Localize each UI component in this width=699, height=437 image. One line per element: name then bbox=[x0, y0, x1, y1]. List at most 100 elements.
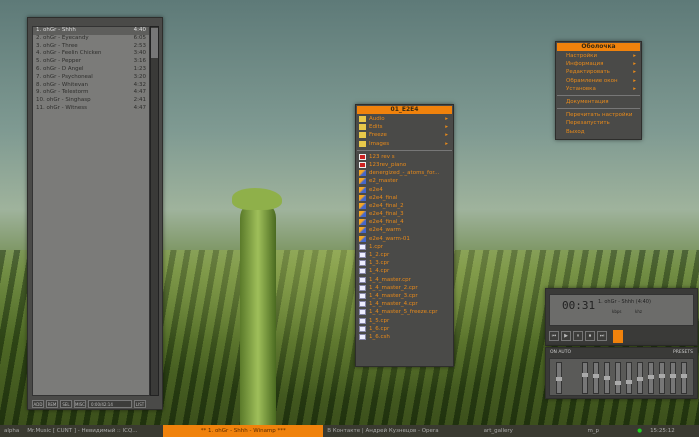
eq-band-slider[interactable] bbox=[659, 362, 665, 394]
eq-band-slider[interactable] bbox=[604, 362, 610, 394]
file-menu-item[interactable]: Freeze ▸ bbox=[356, 131, 453, 139]
file-menu-item[interactable]: 1_3.cpr bbox=[356, 259, 453, 267]
eq-on-auto[interactable]: ON AUTO bbox=[550, 350, 571, 355]
file-menu-item[interactable]: 1_4_master_3.cpr bbox=[356, 292, 453, 300]
play-button[interactable]: ▶ bbox=[561, 331, 571, 341]
playlist-row[interactable]: 6. ohGr - D Angel 1:23 bbox=[33, 66, 149, 74]
playlist-row[interactable]: 1. ohGr - Shhh 4:40 bbox=[33, 27, 149, 35]
eq-band-slider[interactable] bbox=[681, 362, 687, 394]
file-menu-item[interactable]: 1_4_master_4.cpr bbox=[356, 300, 453, 308]
file-menu-item[interactable]: e2_master bbox=[356, 177, 453, 185]
shell-menu-item[interactable]: Установка ▸ bbox=[556, 85, 641, 93]
shell-menu-item[interactable]: Информация ▸ bbox=[556, 60, 641, 68]
eq-slider-knob[interactable] bbox=[670, 373, 676, 378]
playlist-row[interactable]: 3. ohGr - Three 2:53 bbox=[33, 43, 149, 51]
playlist-remove-button[interactable]: REM bbox=[46, 400, 58, 408]
eq-band-slider[interactable] bbox=[648, 362, 654, 394]
track-time: 3:20 bbox=[133, 73, 146, 80]
eq-presets-button[interactable]: PRESETS bbox=[673, 350, 693, 355]
pause-button[interactable]: ⏸ bbox=[573, 331, 583, 341]
eq-band-slider[interactable] bbox=[593, 362, 599, 394]
eq-slider-knob[interactable] bbox=[582, 372, 588, 377]
file-menu-item[interactable]: e2e4_final_4 bbox=[356, 218, 453, 226]
audio-file-icon bbox=[359, 153, 366, 160]
item-label: 1_4_master_5_freeze.cpr bbox=[369, 309, 438, 316]
file-menu-item[interactable]: 1.cpr bbox=[356, 243, 453, 251]
folder-icon bbox=[359, 124, 366, 131]
eq-slider-knob[interactable] bbox=[637, 377, 643, 381]
eq-slider-knob[interactable] bbox=[681, 374, 687, 379]
shell-menu-item[interactable]: Настройки ▸ bbox=[556, 52, 641, 60]
eq-band-slider[interactable] bbox=[582, 362, 588, 394]
equalizer-window: ON AUTO PRESETS bbox=[545, 347, 698, 399]
taskbar-item[interactable]: alpha bbox=[0, 428, 23, 434]
playlist-row[interactable]: 2. ohGr - Eyecandy 6:05 bbox=[33, 35, 149, 43]
wallpaper-chameleon bbox=[232, 188, 282, 210]
file-menu-item[interactable]: 1_4_master.cpr bbox=[356, 276, 453, 284]
playlist-row[interactable]: 7. ohGr - Psychoneal 3:20 bbox=[33, 74, 149, 82]
shell-menu-item[interactable]: Перезапустить bbox=[556, 119, 641, 127]
shell-menu-item[interactable]: Обрамление окон ▸ bbox=[556, 77, 641, 85]
eq-band-slider[interactable] bbox=[637, 362, 643, 394]
file-menu-item[interactable]: e2e4_final bbox=[356, 194, 453, 202]
playlist-scrollbar[interactable] bbox=[150, 26, 159, 396]
file-menu-item[interactable]: 1_6.csh bbox=[356, 333, 453, 341]
file-menu-item[interactable]: 1_4.cpr bbox=[356, 267, 453, 275]
eq-band-slider[interactable] bbox=[670, 362, 676, 394]
playlist-row[interactable]: 4. ohGr - Feelin Chicken 3:40 bbox=[33, 50, 149, 58]
playlist-list-button[interactable]: LIST bbox=[134, 400, 146, 408]
file-menu-item[interactable]: 1_4_master_2.cpr bbox=[356, 284, 453, 292]
file-menu-item[interactable]: denergized_-_atoms_for... bbox=[356, 169, 453, 177]
eq-slider-knob[interactable] bbox=[659, 373, 665, 378]
file-menu-item[interactable]: e2e4_warm-01 bbox=[356, 235, 453, 243]
eq-slider-knob[interactable] bbox=[556, 377, 562, 381]
next-button[interactable]: ⏭ bbox=[597, 331, 607, 341]
playlist-row[interactable]: 9. ohGr - Telestorm 4:47 bbox=[33, 89, 149, 97]
eq-slider-knob[interactable] bbox=[615, 381, 621, 386]
eq-band-slider[interactable] bbox=[626, 362, 632, 394]
eject-button[interactable] bbox=[613, 330, 623, 343]
playlist-row[interactable]: 10. ohGr - Singhasp 2:41 bbox=[33, 97, 149, 105]
winamp-playlist-window: 1. ohGr - Shhh 4:40 2. ohGr - Eyecandy 6:05… bbox=[27, 17, 163, 410]
file-menu-item[interactable]: 1_4_master_5_freeze.cpr bbox=[356, 308, 453, 316]
eq-preamp-slider[interactable] bbox=[556, 362, 562, 394]
playlist-row[interactable]: 11. ohGr - Witness 4:47 bbox=[33, 105, 149, 113]
file-menu-item[interactable]: 1_5.cpr bbox=[356, 317, 453, 325]
file-menu-item[interactable]: e2e4_final_3 bbox=[356, 210, 453, 218]
eq-slider-knob[interactable] bbox=[604, 375, 610, 380]
taskbar-item-winamp[interactable]: ** 1. ohGr - Shhh - Winamp *** bbox=[163, 425, 324, 437]
playlist-add-button[interactable]: ADD bbox=[32, 400, 44, 408]
file-menu-item[interactable]: 1_2.cpr bbox=[356, 251, 453, 259]
file-menu-item[interactable]: e2e4_final_2 bbox=[356, 202, 453, 210]
taskbar-item[interactable]: m_p bbox=[553, 428, 633, 434]
shell-menu-item[interactable]: Редактировать ▸ bbox=[556, 68, 641, 76]
file-menu-item[interactable]: Edits ▸ bbox=[356, 123, 453, 131]
file-menu-item[interactable]: e2e4_warm bbox=[356, 226, 453, 234]
playlist-row[interactable]: 5. ohGr - Pepper 3:16 bbox=[33, 58, 149, 66]
file-menu-item[interactable]: 123 rev s bbox=[356, 153, 453, 161]
playlist[interactable]: 1. ohGr - Shhh 4:40 2. ohGr - Eyecandy 6:05… bbox=[32, 26, 150, 396]
shell-menu-item[interactable]: Выход bbox=[556, 128, 641, 136]
playlist-select-button[interactable]: SEL bbox=[60, 400, 72, 408]
file-menu-item[interactable]: Images ▸ bbox=[356, 140, 453, 148]
shell-menu-item[interactable]: Перечитать настройки bbox=[556, 111, 641, 119]
wave-file-icon bbox=[359, 194, 366, 201]
file-menu-item[interactable]: 123rev_piano bbox=[356, 161, 453, 169]
eq-slider-knob[interactable] bbox=[626, 380, 632, 385]
file-menu-item[interactable]: e2e4 bbox=[356, 186, 453, 194]
taskbar-item[interactable]: В Контакте | Андрей Кузнецов - Opera bbox=[323, 428, 443, 434]
eq-slider-knob[interactable] bbox=[648, 374, 654, 379]
track-time: 6:05 bbox=[133, 34, 146, 41]
shell-menu-title: Оболочка bbox=[557, 43, 640, 51]
playlist-misc-button[interactable]: MISC bbox=[74, 400, 86, 408]
previous-button[interactable]: ⏮ bbox=[549, 331, 559, 341]
file-menu-item[interactable]: Audio ▸ bbox=[356, 115, 453, 123]
playlist-row[interactable]: 8. ohGr - Whitevan 4:32 bbox=[33, 82, 149, 90]
shell-menu-item-docs[interactable]: Документация bbox=[556, 98, 641, 106]
eq-slider-knob[interactable] bbox=[593, 373, 599, 378]
file-menu-item[interactable]: 1_6.cpr bbox=[356, 325, 453, 333]
taskbar-item[interactable]: art_gallery bbox=[443, 428, 553, 434]
eq-band-slider[interactable] bbox=[615, 362, 621, 394]
taskbar-item[interactable]: Mr.Music [ CUNT ] - Невидимый :: ICQ... bbox=[23, 428, 163, 434]
stop-button[interactable]: ⏹ bbox=[585, 331, 595, 341]
